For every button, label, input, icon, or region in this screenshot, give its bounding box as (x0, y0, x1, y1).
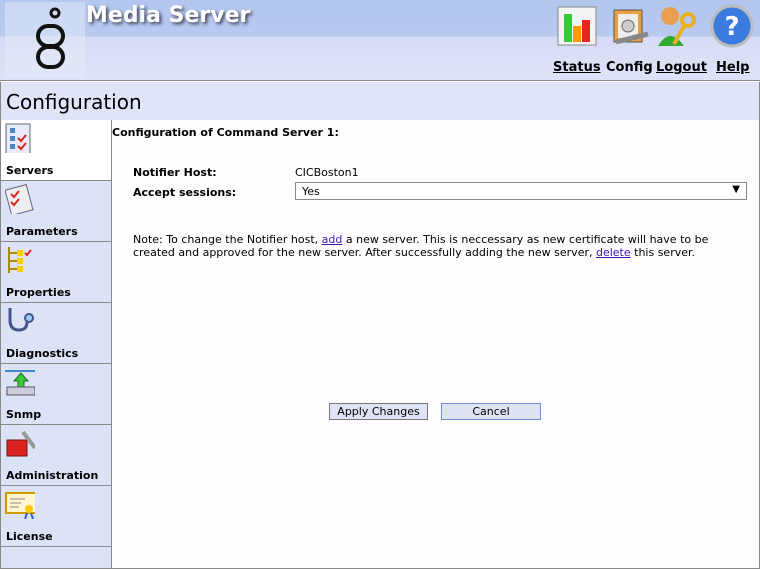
notifier-host-label: Notifier Host: (133, 166, 217, 179)
apply-changes-button[interactable]: Apply Changes (329, 403, 428, 420)
header: Media Server ? Status Config Logout Help (0, 0, 760, 81)
license-certificate-icon (5, 492, 35, 519)
sidebar-item-properties[interactable]: Properties (1, 242, 111, 303)
sidebar-item-license[interactable]: License (1, 486, 111, 547)
nav-config-link[interactable]: Config (606, 60, 653, 75)
cancel-button[interactable]: Cancel (441, 403, 541, 420)
sidebar-item-diagnostics[interactable]: Diagnostics (1, 303, 111, 364)
note-part: this server. (630, 246, 696, 259)
sidebar-item-administration[interactable]: Administration (1, 425, 111, 486)
page-title: Configuration (6, 90, 142, 114)
sidebar-item-snmp[interactable]: Snmp (1, 364, 111, 425)
administration-toolbox-icon (6, 430, 35, 457)
notifier-host-value: CICBoston1 (295, 166, 359, 179)
diagnostics-stethoscope-icon (8, 308, 34, 332)
properties-tree-icon (8, 247, 32, 273)
main-content: Configuration of Command Server 1: Notif… (112, 120, 760, 569)
snmp-network-icon (5, 370, 35, 396)
chevron-down-icon: ▼ (732, 184, 740, 195)
svg-text:?: ? (724, 12, 739, 42)
logout-user-key-icon[interactable] (656, 4, 700, 48)
accept-sessions-select[interactable]: Yes ▼ (295, 182, 747, 200)
note-part: Note: To change the Notifier host, (133, 233, 322, 246)
nav-logout-link[interactable]: Logout (656, 60, 707, 75)
servers-checklist-icon (5, 123, 31, 153)
accept-sessions-value: Yes (302, 185, 320, 198)
logo (5, 2, 85, 78)
parameters-document-icon (5, 184, 34, 214)
app-title: Media Server (86, 3, 251, 28)
nav-status-link[interactable]: Status (553, 60, 601, 75)
nav-help-link[interactable]: Help (716, 60, 749, 75)
page-title-bar: Configuration (0, 82, 760, 120)
config-heading: Configuration of Command Server 1: (112, 126, 339, 139)
add-server-link[interactable]: add (322, 233, 343, 246)
sidebar-item-servers[interactable]: Servers (1, 120, 111, 181)
config-clipboard-icon[interactable] (608, 4, 652, 48)
help-question-icon[interactable]: ? (710, 4, 754, 48)
accept-sessions-label: Accept sessions: (133, 186, 237, 199)
sidebar: Servers Parameters Properties Diagnostic… (0, 120, 112, 569)
note-text: Note: To change the Notifier host, add a… (133, 233, 743, 259)
status-chart-icon[interactable] (556, 4, 600, 48)
delete-server-link[interactable]: delete (596, 246, 631, 259)
sidebar-item-parameters[interactable]: Parameters (1, 181, 111, 242)
